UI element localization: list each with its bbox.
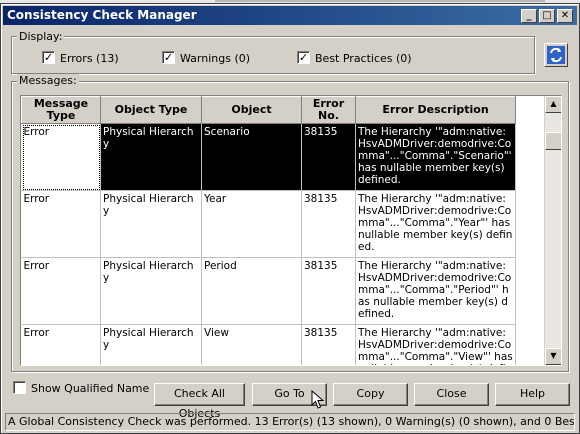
close-button[interactable]: Close bbox=[414, 383, 489, 406]
cell-error-no: 38135 bbox=[301, 123, 356, 191]
cell-object: Year bbox=[201, 190, 302, 258]
cell-message-type: Error bbox=[21, 123, 101, 191]
messages-table: Message Type Object Type Object Error No… bbox=[21, 96, 516, 365]
show-qualified-name-label: Show Qualified Name bbox=[31, 382, 150, 395]
table-row[interactable]: Error Physical Hierarchy View 38135 The … bbox=[21, 324, 516, 365]
cell-message-type: Error bbox=[21, 190, 101, 258]
messages-label: Messages: bbox=[17, 74, 79, 87]
table-row[interactable]: Error Physical Hierarchy Period 38135 Th… bbox=[21, 257, 516, 325]
cell-object: Scenario bbox=[201, 123, 302, 191]
help-button[interactable]: Help bbox=[495, 383, 570, 406]
cell-object: Period bbox=[201, 257, 302, 325]
refresh-icon bbox=[547, 46, 565, 64]
cell-object-type: Physical Hierarchy bbox=[100, 324, 202, 365]
scroll-up-icon[interactable]: ▲ bbox=[545, 96, 561, 113]
cell-error-no: 38135 bbox=[301, 324, 356, 365]
check-all-objects-button[interactable]: Check All Objects bbox=[154, 383, 245, 420]
errors-checkbox[interactable]: ✓ bbox=[42, 51, 55, 64]
cell-object: View bbox=[201, 324, 302, 365]
cell-error-no: 38135 bbox=[301, 257, 356, 325]
cell-object-type: Physical Hierarchy bbox=[100, 123, 202, 191]
cell-object-type: Physical Hierarchy bbox=[100, 257, 202, 325]
errors-label: Errors (13) bbox=[60, 52, 119, 65]
column-header-object-type[interactable]: Object Type bbox=[100, 96, 202, 124]
column-header-error-description[interactable]: Error Description bbox=[355, 96, 516, 124]
best-practices-label: Best Practices (0) bbox=[315, 52, 412, 65]
refresh-button[interactable] bbox=[544, 43, 568, 67]
cell-message-type: Error bbox=[21, 324, 101, 365]
cell-error-no: 38135 bbox=[301, 190, 356, 258]
scroll-down-icon[interactable]: ▼ bbox=[545, 348, 561, 365]
scroll-thumb[interactable] bbox=[545, 132, 561, 150]
close-icon[interactable]: ✕ bbox=[557, 9, 573, 23]
cell-error-description: The Hierarchy '"adm:native:HsvADMDriver:… bbox=[355, 190, 516, 258]
cell-message-type: Error bbox=[21, 257, 101, 325]
display-label: Display: bbox=[17, 30, 65, 43]
table-row[interactable]: Error Physical Hierarchy Scenario 38135 … bbox=[21, 123, 516, 191]
cell-error-description: The Hierarchy '"adm:native:HsvADMDriver:… bbox=[355, 324, 516, 365]
vertical-scrollbar[interactable]: ▲ ▼ bbox=[544, 96, 561, 365]
consistency-check-window: Consistency Check Manager _ □ ✕ Display:… bbox=[0, 3, 580, 434]
copy-button[interactable]: Copy bbox=[333, 383, 408, 406]
minimize-icon[interactable]: _ bbox=[521, 9, 537, 23]
messages-grid[interactable]: Message Type Object Type Object Error No… bbox=[20, 95, 562, 366]
cell-error-description: The Hierarchy '"adm:native:HsvADMDriver:… bbox=[355, 257, 516, 325]
best-practices-checkbox[interactable]: ✓ bbox=[297, 51, 310, 64]
column-header-object[interactable]: Object bbox=[201, 96, 302, 124]
window-title: Consistency Check Manager bbox=[7, 8, 197, 22]
cell-object-type: Physical Hierarchy bbox=[100, 190, 202, 258]
title-bar: Consistency Check Manager _ □ ✕ bbox=[3, 6, 577, 25]
column-header-error-no[interactable]: Error No. bbox=[301, 96, 356, 124]
column-header-message-type[interactable]: Message Type bbox=[21, 96, 101, 124]
warnings-checkbox[interactable]: ✓ bbox=[162, 51, 175, 64]
status-bar: A Global Consistency Check was performed… bbox=[5, 413, 575, 431]
warnings-label: Warnings (0) bbox=[180, 52, 251, 65]
maximize-icon[interactable]: □ bbox=[539, 9, 555, 23]
table-row[interactable]: Error Physical Hierarchy Year 38135 The … bbox=[21, 190, 516, 258]
mouse-pointer-icon bbox=[311, 390, 325, 409]
show-qualified-name-checkbox[interactable] bbox=[13, 381, 26, 394]
cell-error-description: The Hierarchy '"adm:native:HsvADMDriver:… bbox=[355, 123, 516, 191]
